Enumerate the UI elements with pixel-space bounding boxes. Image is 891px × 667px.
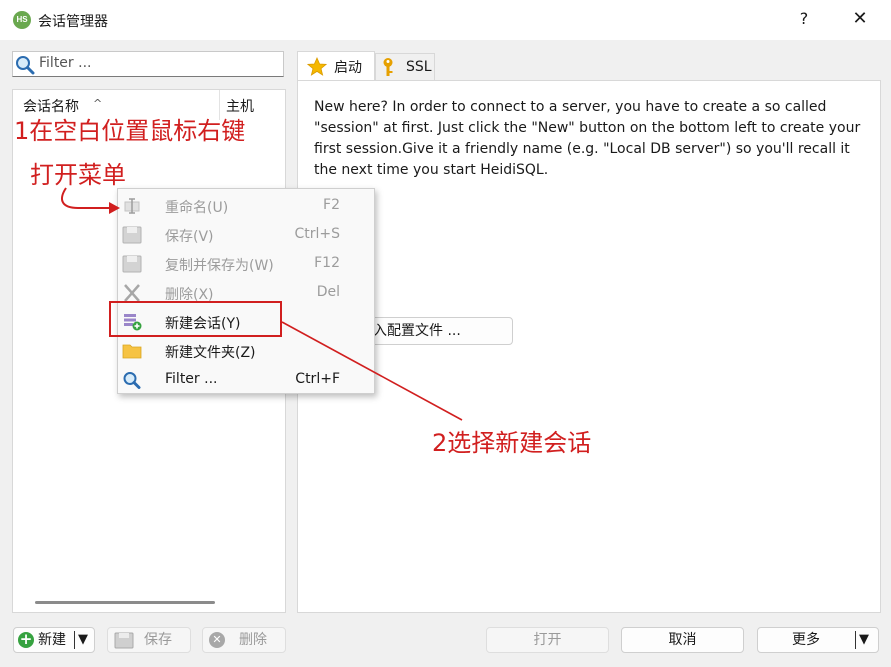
- import-settings-label: 入配置文件 ...: [373, 323, 461, 339]
- delete-button-label: 删除: [239, 632, 267, 648]
- menu-item-rename[interactable]: 重命名(U) F2: [118, 191, 374, 220]
- menu-item-new-folder[interactable]: 新建文件夹(Z): [118, 336, 374, 365]
- menu-item-save-as[interactable]: 复制并保存为(W) F12: [118, 249, 374, 278]
- button-split-divider: [74, 631, 75, 649]
- menu-item-label: 保存(V): [165, 229, 214, 245]
- annotation-open-menu: 打开菜单: [30, 161, 126, 189]
- save-button[interactable]: 保存: [107, 627, 191, 653]
- context-menu: 重命名(U) F2 保存(V) Ctrl+S 复制并保存为(W) F12 删除(…: [117, 188, 375, 394]
- highlight-box: [109, 301, 282, 337]
- menu-item-shortcut: Ctrl+S: [294, 226, 340, 242]
- delete-x-icon: ✕: [209, 632, 225, 648]
- magnifier-icon: [123, 372, 141, 389]
- save-icon: [122, 226, 142, 244]
- more-dropdown-arrow-icon[interactable]: ▼: [859, 628, 869, 652]
- start-panel: New here? In order to connect to a serve…: [297, 80, 881, 613]
- close-button[interactable]: ✕: [850, 8, 870, 29]
- title-bar: HS 会话管理器 ? ✕: [0, 0, 891, 40]
- menu-item-label: Filter ...: [165, 371, 218, 387]
- new-dropdown-arrow-icon[interactable]: ▼: [78, 628, 88, 652]
- folder-icon: [122, 344, 142, 359]
- filter-input[interactable]: [39, 55, 269, 71]
- menu-item-label: 重命名(U): [165, 200, 229, 216]
- menu-item-save[interactable]: 保存(V) Ctrl+S: [118, 220, 374, 249]
- star-icon: [307, 57, 327, 76]
- tab-start-label: 启动: [334, 60, 362, 76]
- welcome-text: New here? In order to connect to a serve…: [314, 99, 861, 178]
- open-button[interactable]: 打开: [486, 627, 609, 653]
- new-session-button[interactable]: + 新建 ▼: [13, 627, 95, 653]
- plus-icon: +: [18, 630, 34, 648]
- app-logo-icon: HS: [13, 11, 31, 29]
- save-button-label: 保存: [144, 632, 172, 648]
- help-button[interactable]: ?: [794, 9, 814, 28]
- annotation-step-1: 1在空白位置鼠标右键: [14, 117, 246, 145]
- annotation-step-2: 2选择新建会话: [432, 429, 592, 457]
- delete-button[interactable]: ✕ 删除: [202, 627, 286, 653]
- menu-item-shortcut: F2: [323, 197, 340, 213]
- more-button-label: 更多: [792, 632, 820, 648]
- tab-ssl[interactable]: SSL: [375, 53, 435, 81]
- menu-item-shortcut: F12: [314, 255, 340, 271]
- menu-item-shortcut: Del: [316, 284, 340, 300]
- new-button-label: 新建: [38, 632, 66, 648]
- button-split-divider: [855, 631, 856, 649]
- menu-item-label: 复制并保存为(W): [165, 258, 274, 274]
- sort-ascending-icon: ^: [93, 97, 103, 110]
- menu-item-shortcut: Ctrl+F: [295, 371, 340, 387]
- tab-start[interactable]: 启动: [297, 51, 375, 81]
- more-button[interactable]: 更多 ▼: [757, 627, 879, 653]
- cancel-button[interactable]: 取消: [621, 627, 744, 653]
- search-icon: [16, 56, 35, 75]
- rename-cursor-icon: [124, 198, 140, 214]
- save-icon: [114, 632, 134, 649]
- menu-item-filter[interactable]: Filter ... Ctrl+F: [118, 365, 374, 394]
- tab-ssl-label: SSL: [406, 59, 432, 75]
- horizontal-scrollbar[interactable]: [35, 601, 215, 604]
- delete-x-icon: [124, 284, 140, 302]
- menu-item-label: 新建文件夹(Z): [165, 345, 256, 361]
- filter-field[interactable]: [12, 51, 284, 77]
- key-icon: [383, 58, 393, 76]
- save-copy-icon: [122, 255, 142, 273]
- window-title: 会话管理器: [38, 14, 108, 30]
